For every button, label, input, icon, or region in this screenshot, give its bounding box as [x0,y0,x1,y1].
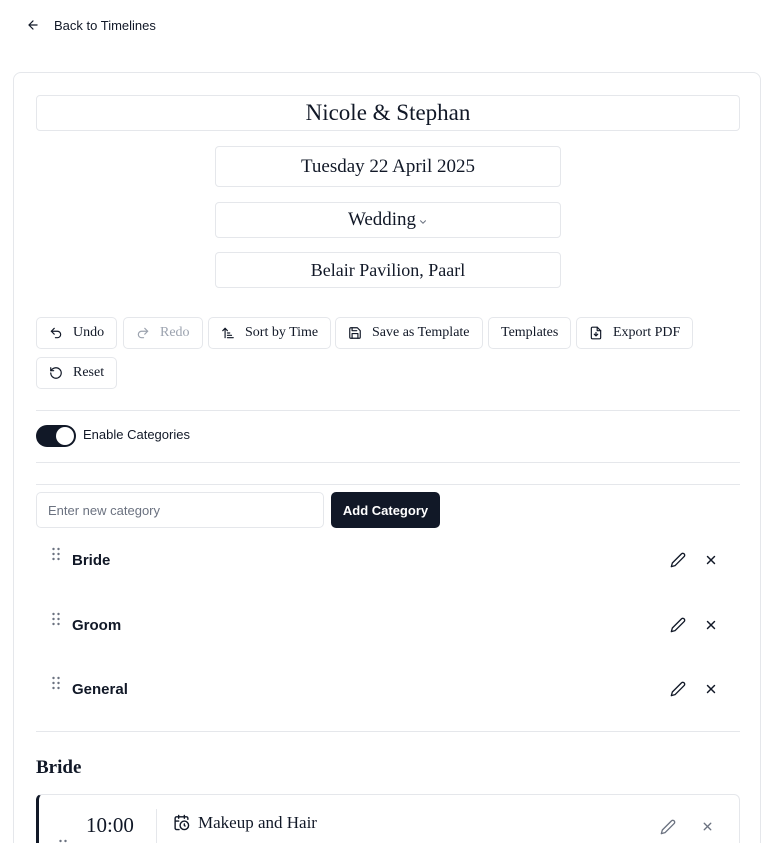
close-icon[interactable] [701,820,714,833]
divider [36,484,740,485]
enable-categories-label: Enable Categories [83,427,190,442]
redo-icon [137,327,149,339]
drag-handle-icon[interactable] [51,612,61,626]
divider [36,731,740,732]
timeline-title: Nicole & Stephan [305,100,471,125]
back-link-label: Back to Timelines [54,17,156,33]
category-row-groom: Groom [36,606,740,646]
close-icon[interactable] [704,553,718,567]
templates-button[interactable]: Templates [488,317,572,349]
divider [36,462,740,463]
sort-by-time-button[interactable]: Sort by Time [208,317,332,349]
sort-label: Sort by Time [245,325,319,340]
save-as-template-button[interactable]: Save as Template [335,317,483,349]
category-row-bride: Bride [36,541,740,581]
divider [36,410,740,411]
timeline-title-field[interactable]: Nicole & Stephan [36,95,740,131]
arrow-left-icon [28,20,38,30]
drag-handle-icon[interactable] [51,547,61,561]
timeline-event-card: 10:00 Makeup and Hair [36,794,740,843]
venue-value: Belair Pavilion, Paarl [310,259,466,280]
pencil-icon[interactable] [670,617,686,633]
calendar-clock-icon [174,814,190,831]
enable-categories-toggle[interactable] [36,425,76,447]
category-name: General [72,681,128,698]
save-icon [349,327,361,339]
category-row-general: General [36,670,740,710]
close-icon[interactable] [704,682,718,696]
divider [156,809,157,843]
back-to-timelines-link[interactable]: Back to Timelines [26,14,156,36]
new-category-input[interactable] [36,492,324,528]
toggle-knob [56,427,74,445]
timeline-date: Tuesday 22 April 2025 [300,155,475,177]
export-pdf-button[interactable]: Export PDF [576,317,694,349]
venue-field[interactable]: Belair Pavilion, Paarl [215,252,561,288]
file-export-icon [590,326,602,340]
event-time[interactable]: 10:00 [86,813,134,838]
section-title: Bride [36,757,82,778]
reset-label: Reset [73,365,105,380]
redo-button[interactable]: Redo [123,317,203,349]
undo-button[interactable]: Undo [36,317,118,349]
undo-icon [50,327,62,339]
category-name: Bride [72,552,111,569]
reset-icon [50,367,62,379]
event-type-value: Wedding [347,209,417,230]
drag-handle-icon[interactable] [58,839,68,843]
drag-handle-icon[interactable] [51,676,61,690]
close-icon[interactable] [704,618,718,632]
category-name: Groom [72,617,122,634]
redo-label: Redo [160,325,190,340]
timeline-editor-card: Nicole & Stephan Tuesday 22 April 2025 W… [13,72,761,843]
add-category-button[interactable]: Add Category [331,492,440,528]
undo-label: Undo [73,325,105,340]
chevron-down-icon [420,219,427,224]
event-title[interactable]: Makeup and Hair [198,813,317,833]
reset-button[interactable]: Reset [36,357,118,389]
export-pdf-label: Export PDF [613,325,681,340]
pencil-icon[interactable] [660,819,676,835]
sort-icon [222,327,234,339]
event-type-select[interactable]: Wedding [215,202,561,238]
timeline-date-field[interactable]: Tuesday 22 April 2025 [215,146,561,187]
pencil-icon[interactable] [670,681,686,697]
save-template-label: Save as Template [372,325,470,340]
templates-label: Templates [501,325,559,340]
pencil-icon[interactable] [670,552,686,568]
